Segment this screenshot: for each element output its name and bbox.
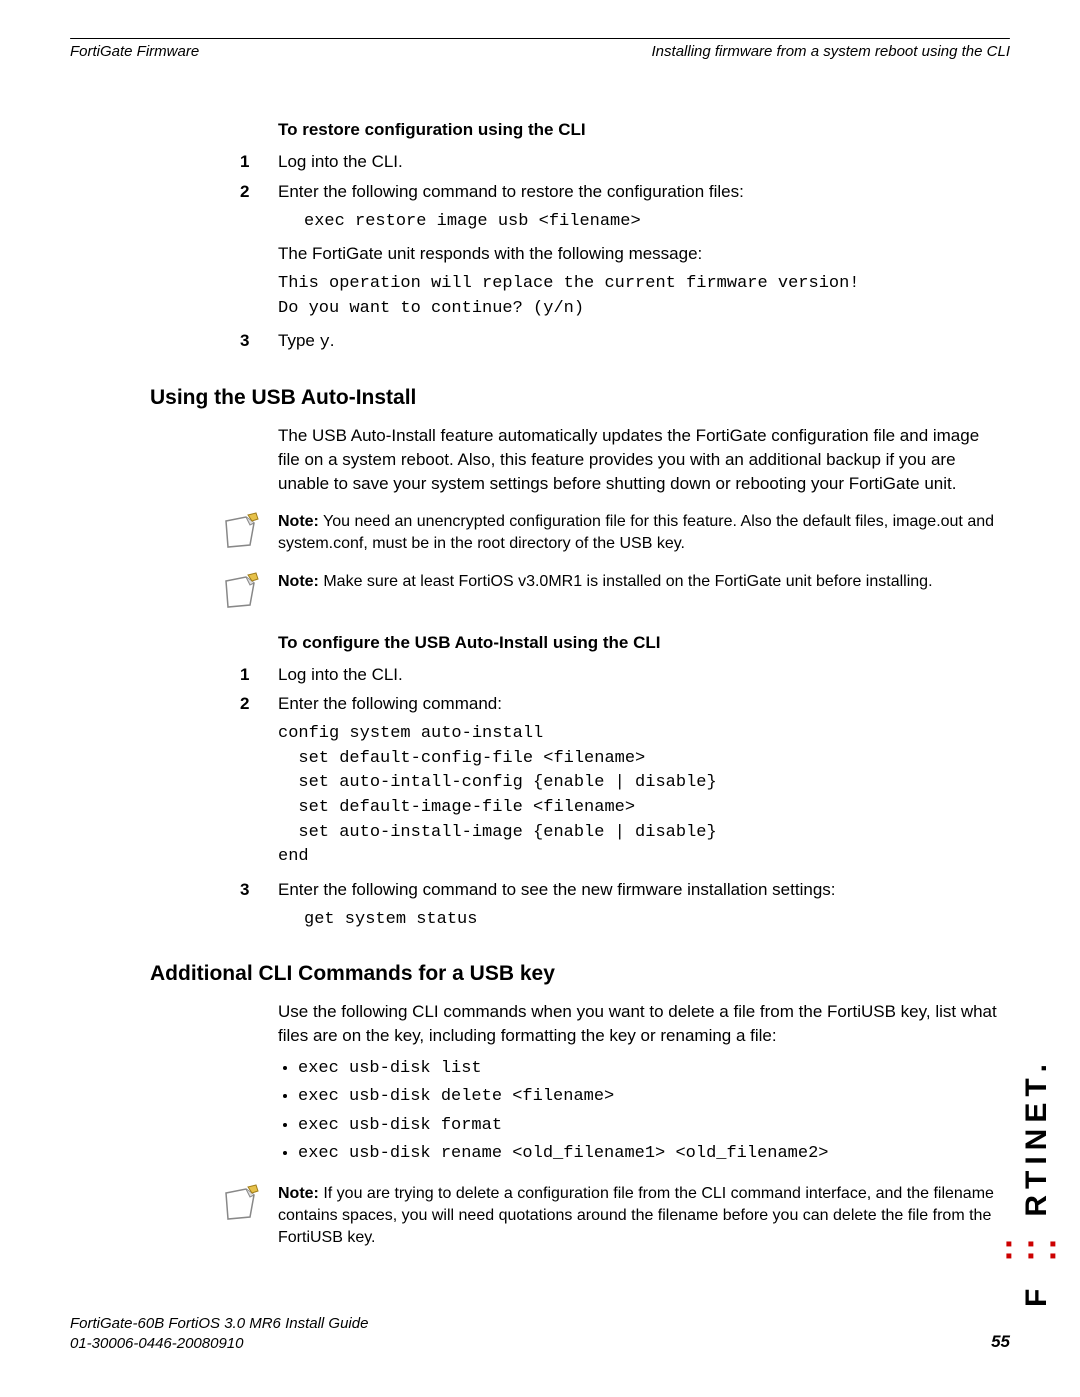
step: Enter the following command to see the n… (150, 878, 1000, 932)
step-text: Enter the following command to restore t… (278, 182, 744, 201)
step-text-a: Type (278, 331, 320, 350)
step: Enter the following command: config syst… (150, 692, 1000, 870)
list-item: exec usb-disk list (298, 1056, 1000, 1082)
note: Note: Make sure at least FortiOS v3.0MR1… (220, 571, 1000, 611)
code-block: This operation will replace the current … (278, 272, 1000, 321)
note-icon (220, 1183, 260, 1223)
procedure-title: To configure the USB Auto-Install using … (278, 633, 1000, 653)
body-text: Use the following CLI commands when you … (278, 1000, 1000, 1048)
body-text: The USB Auto-Install feature automatical… (278, 424, 1000, 495)
note-text: Note: If you are trying to delete a conf… (278, 1183, 1000, 1248)
brand-text: F▪▪▪▪▪▪RTINET. (1019, 1064, 1054, 1307)
step: Enter the following command to restore t… (150, 180, 1000, 322)
content-area: To restore configuration using the CLI L… (150, 120, 1000, 1248)
running-heads: FortiGate Firmware Installing firmware f… (70, 43, 1010, 60)
section-heading: Using the USB Auto-Install (150, 386, 1000, 410)
step-text: Log into the CLI. (278, 665, 403, 684)
step-text: Log into the CLI. (278, 152, 403, 171)
list-item: exec usb-disk format (298, 1113, 1000, 1139)
note-text: Note: You need an unencrypted configurat… (278, 511, 1000, 554)
header-left: FortiGate Firmware (70, 43, 199, 60)
step-text: Enter the following command: (278, 694, 502, 713)
step-text-c: . (330, 331, 335, 350)
code-block: get system status (304, 908, 1000, 933)
note: Note: If you are trying to delete a conf… (220, 1183, 1000, 1248)
step: Type y. (150, 329, 1000, 356)
list-item: exec usb-disk rename <old_filename1> <ol… (298, 1141, 1000, 1167)
body-text: The FortiGate unit responds with the fol… (278, 242, 1000, 266)
footer-line-2: 01-30006-0446-20080910 (70, 1335, 244, 1352)
footer: FortiGate-60B FortiOS 3.0 MR6 Install Gu… (70, 1315, 1010, 1352)
note-label: Note: (278, 573, 319, 590)
section-heading: Additional CLI Commands for a USB key (150, 962, 1000, 986)
step: Log into the CLI. (150, 150, 1000, 174)
note-body: If you are trying to delete a configurat… (278, 1185, 994, 1245)
step: Log into the CLI. (150, 663, 1000, 687)
code-block: exec restore image usb <filename> (304, 210, 1000, 235)
command-list: exec usb-disk list exec usb-disk delete … (278, 1056, 1000, 1167)
list-item: exec usb-disk delete <filename> (298, 1084, 1000, 1110)
note-body: You need an unencrypted configuration fi… (278, 513, 994, 552)
note: Note: You need an unencrypted configurat… (220, 511, 1000, 554)
page-number: 55 (991, 1332, 1010, 1352)
note-icon (220, 511, 260, 551)
header-rule (70, 38, 1010, 39)
step-text-code: y (320, 333, 330, 352)
note-text: Note: Make sure at least FortiOS v3.0MR1… (278, 571, 933, 593)
note-label: Note: (278, 1185, 319, 1202)
brand-logo: F▪▪▪▪▪▪RTINET. (1019, 1064, 1054, 1307)
header-right: Installing firmware from a system reboot… (652, 43, 1010, 60)
page: FortiGate Firmware Installing firmware f… (0, 0, 1080, 1397)
procedure-steps-2: Log into the CLI. Enter the following co… (150, 663, 1000, 933)
note-body: Make sure at least FortiOS v3.0MR1 is in… (319, 573, 933, 590)
code-block: config system auto-install set default-c… (278, 722, 1000, 870)
note-label: Note: (278, 513, 319, 530)
note-icon (220, 571, 260, 611)
footer-line-1: FortiGate-60B FortiOS 3.0 MR6 Install Gu… (70, 1315, 1010, 1332)
step-text: Enter the following command to see the n… (278, 880, 836, 899)
procedure-steps-1: Log into the CLI. Enter the following co… (150, 150, 1000, 356)
logo-mark-icon: ▪▪▪▪▪▪ (998, 1238, 1064, 1262)
procedure-title: To restore configuration using the CLI (278, 120, 1000, 140)
